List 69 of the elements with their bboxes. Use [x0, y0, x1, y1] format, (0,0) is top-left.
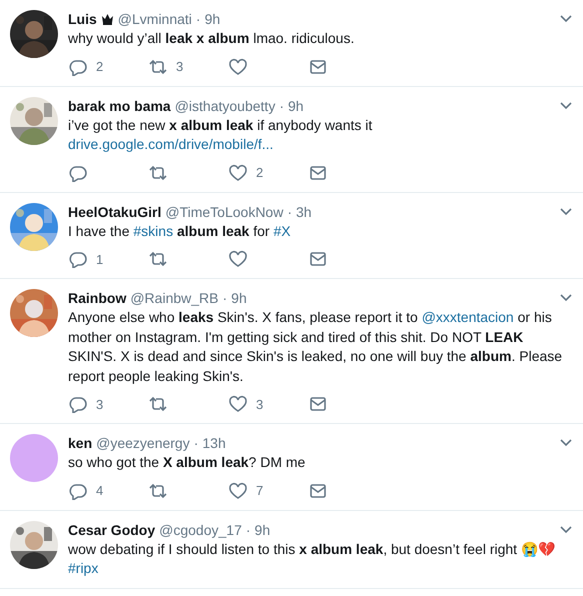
count: 1: [96, 252, 104, 266]
chevron-icon[interactable]: [559, 524, 573, 534]
user-name[interactable]: barak mo bama: [68, 96, 171, 114]
heart-icon[interactable]: [228, 250, 248, 268]
tweet-text: so who got the X album leak? DM me: [68, 453, 306, 472]
count: 2: [256, 165, 264, 180]
reply-icon[interactable]: [68, 482, 88, 500]
envelope-icon[interactable]: [308, 482, 328, 500]
user-name[interactable]: Luis: [68, 10, 97, 28]
link[interactable]: #ripx: [68, 560, 98, 576]
reply-icon[interactable]: [68, 164, 88, 182]
tweet-text: wow debating if I should listen to this x album leak, but doesn’t feel right 😭💔 #ripx: [68, 540, 556, 578]
timestamp: 9h: [254, 520, 270, 538]
user-handle: @Rainbw_RB: [130, 289, 218, 307]
heart-icon[interactable]: [228, 482, 248, 500]
user-name[interactable]: ken: [68, 434, 92, 452]
user-name[interactable]: Rainbow: [68, 289, 126, 307]
envelope-icon[interactable]: [308, 250, 328, 268]
chevron-icon[interactable]: [559, 438, 573, 448]
separator-dot: ·: [246, 520, 251, 538]
retweet-icon[interactable]: [148, 482, 168, 500]
user-handle: @TimeToLookNow: [165, 202, 284, 220]
count: 3: [176, 59, 184, 74]
user-handle: @yeezyenergy: [96, 434, 190, 452]
retweet-icon[interactable]: [148, 395, 168, 413]
separator-dot: ·: [222, 289, 228, 307]
tweet-text: Anyone else who leaks Skin's. X fans, please report it to @xxxtentacion or his mother on Instagram. I'm getting sick and tired of this shit. Do NOT LEAK SKIN'S. X is dead and since Skin's is leaked, no one will buy the album. Please report people leaking Skin's.: [68, 308, 564, 386]
count: 3: [256, 396, 264, 412]
retweet-icon[interactable]: [148, 58, 168, 76]
tweet-text: why would y’all leak x album lmao. ridiculous.: [68, 29, 356, 48]
count: 4: [96, 483, 104, 498]
separator-dot: ·: [196, 10, 201, 28]
tweet-text: I have the #skins album leak for #X: [68, 222, 292, 240]
reply-icon[interactable]: [68, 58, 88, 76]
count: 2: [96, 59, 104, 74]
timestamp: 9h: [288, 96, 304, 114]
tweet-text: i’ve got the new x album leak if anybody wants it drive.google.com/drive/mobile/f...: [68, 116, 374, 154]
heart-icon[interactable]: [228, 58, 248, 76]
envelope-icon[interactable]: [308, 164, 328, 182]
retweet-icon[interactable]: [148, 164, 168, 182]
timestamp: 9h: [204, 10, 220, 28]
link[interactable]: #skins: [133, 222, 174, 238]
user-handle: @isthatyoubetty: [174, 96, 276, 114]
timestamp: 3h: [296, 202, 312, 220]
envelope-icon[interactable]: [308, 58, 328, 76]
chevron-icon[interactable]: [559, 14, 573, 24]
user-name[interactable]: Cesar Godoy: [68, 520, 156, 538]
user-name[interactable]: HeelOtakuGirl: [68, 202, 162, 220]
user-handle: @cgodoy_17: [159, 520, 242, 538]
timestamp: 9h: [231, 289, 247, 307]
heart-icon[interactable]: [228, 395, 248, 413]
heart-icon[interactable]: [228, 164, 248, 182]
separator-dot: ·: [287, 202, 292, 220]
reply-icon[interactable]: [68, 395, 88, 413]
envelope-icon[interactable]: [308, 395, 328, 413]
separator-dot: ·: [279, 96, 284, 114]
link[interactable]: @xxxtentacion: [422, 309, 514, 325]
timestamp: 13h: [202, 434, 226, 452]
reply-icon[interactable]: [68, 250, 88, 268]
link[interactable]: #X: [273, 222, 291, 238]
chevron-icon[interactable]: [559, 100, 573, 110]
link[interactable]: drive.google.com/drive/mobile/f...: [68, 136, 274, 152]
chevron-icon[interactable]: [559, 206, 573, 216]
separator-dot: ·: [194, 434, 198, 452]
count: 3: [96, 396, 104, 412]
user-handle: @Lvminnati: [118, 10, 192, 28]
chevron-icon[interactable]: [559, 293, 573, 303]
count: 7: [256, 483, 264, 498]
retweet-icon[interactable]: [148, 250, 168, 268]
